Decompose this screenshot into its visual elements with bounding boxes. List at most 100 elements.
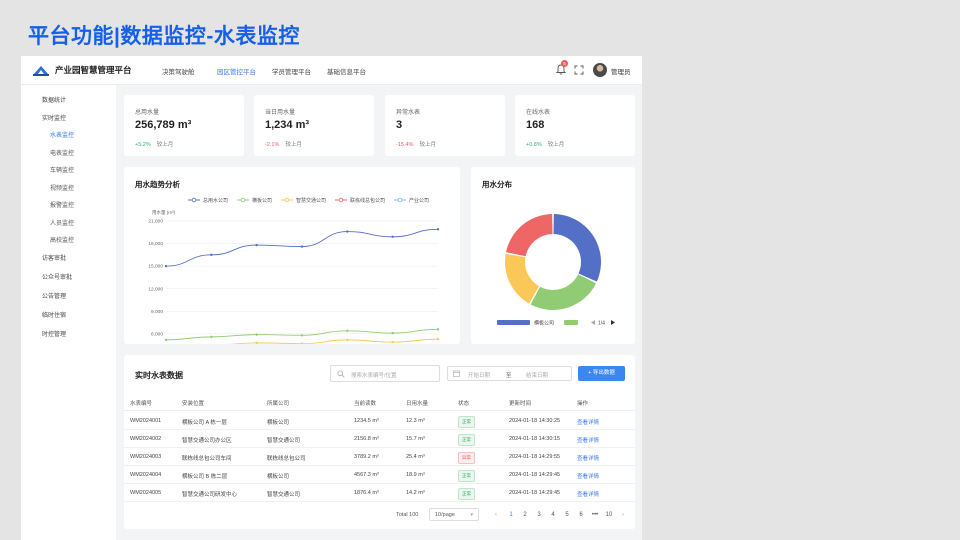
sidebar-item-water-meter[interactable]: 水表监控: [50, 130, 74, 139]
page-size-select[interactable]: 10/page ▾: [429, 508, 479, 521]
page-button[interactable]: 6: [576, 512, 586, 518]
search-icon: [337, 370, 345, 378]
legend-swatch: [564, 320, 578, 325]
sidebar-item-electric-meter[interactable]: 电表监控: [50, 148, 74, 157]
page-button[interactable]: 2: [520, 512, 530, 518]
legend-label: 横板公司: [534, 320, 554, 327]
brand-name: 产业园智慧管理平台: [55, 65, 132, 75]
page-button[interactable]: 10: [604, 512, 614, 518]
distribution-chart-card: 用水分布 横板公司 1/4: [471, 167, 635, 344]
data-point: [391, 340, 394, 344]
legend-prev-icon[interactable]: [591, 320, 595, 325]
stat-change: +5.2% 较上月: [135, 140, 173, 148]
page-ellipsis[interactable]: •••: [590, 512, 600, 518]
fullscreen-icon[interactable]: [574, 65, 584, 75]
data-point: [255, 341, 258, 344]
data-point: [391, 235, 394, 238]
column-header-time: 更新时间: [509, 401, 532, 407]
sidebar-item-alarm[interactable]: 报警监控: [50, 200, 74, 209]
sidebar-item-temp-lodging[interactable]: 临时住宿: [42, 310, 66, 319]
sidebar-item-vehicle[interactable]: 车辆监控: [50, 165, 74, 174]
sidebar-item-account-approval[interactable]: 公众号审批: [42, 272, 72, 281]
table-row: WM2024005 智慧交通公司研发中心 智慧交通公司 1876.4 m³ 14.2 m…: [124, 484, 635, 502]
sidebar-item-video[interactable]: 视频监控: [50, 183, 74, 192]
legend-next-icon[interactable]: [611, 320, 615, 325]
view-details-link[interactable]: 查看详情: [577, 472, 599, 480]
legend-page-indicator: 1/4: [598, 321, 605, 327]
view-details-link[interactable]: 查看详情: [577, 490, 599, 498]
distribution-donut-chart: 横板公司 1/4: [497, 214, 615, 327]
nav-student-management[interactable]: 学员管理平台: [272, 66, 311, 76]
app-window: 产业园智慧管理平台 决策驾驶舱 园区管控平台 学员管理平台 基础信息平台 5 管…: [21, 56, 642, 540]
avatar[interactable]: [593, 63, 607, 77]
sidebar-item-campus[interactable]: 高校监控: [50, 235, 74, 244]
cell-company: 智慧交通公司: [267, 492, 301, 498]
sidebar-item-realtime[interactable]: 实时监控: [42, 113, 66, 122]
data-point: [164, 338, 168, 342]
sidebar-item-time-control[interactable]: 时控管理: [42, 329, 66, 338]
legend-label: 智慧交通公司: [296, 197, 326, 204]
next-page-button[interactable]: ›: [618, 512, 628, 518]
cell-daily-usage: 15.7 m³: [406, 436, 425, 442]
user-name[interactable]: 管理员: [611, 66, 631, 76]
stat-change-percent: -15.4%: [396, 142, 414, 148]
cell-company: 联栋线总包公司: [267, 456, 306, 462]
stat-value: 1,234 m³: [265, 119, 310, 131]
status-badge: 正常: [458, 470, 475, 482]
y-tick-label: 12,000: [148, 286, 163, 292]
realtime-table-card: 实时水表数据 搜索水表编号/位置 开始日期 至 结束日期 + 导出数据 水表编号…: [124, 355, 635, 529]
prev-page-button[interactable]: ‹: [491, 512, 501, 518]
sidebar-item-personnel[interactable]: 人员监控: [50, 218, 74, 227]
stat-change-percent: +0.8%: [526, 142, 542, 148]
cell-location: 横板公司 B 栋二层: [182, 474, 228, 480]
view-details-link[interactable]: 查看详情: [577, 418, 599, 426]
sidebar-item-visitor-approval[interactable]: 访客审批: [42, 253, 66, 262]
page-button[interactable]: 1: [506, 512, 516, 518]
data-point: [436, 337, 440, 341]
stat-label: 总用水量: [135, 110, 160, 116]
cell-daily-usage: 18.9 m³: [406, 472, 425, 478]
nav-basic-info[interactable]: 基础信息平台: [327, 66, 366, 76]
nav-park-control[interactable]: 园区管控平台: [217, 66, 256, 76]
data-point: [210, 253, 213, 257]
data-point: [210, 335, 213, 339]
donut-slice: [530, 274, 597, 310]
chevron-down-icon: ▾: [470, 512, 473, 518]
cell-meter-id: WM2024002: [130, 436, 162, 442]
stat-compare-label: 较上月: [156, 142, 174, 148]
search-placeholder: 搜索水表编号/位置: [351, 373, 397, 379]
page-button[interactable]: 5: [562, 512, 572, 518]
y-tick-label: 21,000: [148, 219, 163, 225]
y-tick-label: 15,000: [148, 264, 163, 270]
export-data-button[interactable]: + 导出数据: [578, 366, 625, 381]
legend-marker: [397, 197, 403, 203]
stat-value: 168: [526, 119, 545, 131]
cell-company: 横板公司: [267, 474, 290, 480]
sidebar-item-announcements[interactable]: 公告管理: [42, 291, 66, 300]
legend-marker: [284, 197, 290, 203]
cell-meter-id: WM2024001: [130, 418, 162, 424]
page-button[interactable]: 3: [534, 512, 544, 518]
cell-location: 联栋线总包公司车间: [182, 456, 232, 462]
date-range-picker[interactable]: 开始日期 至 结束日期: [447, 366, 572, 381]
stat-change: -15.4% 较上月: [396, 140, 436, 148]
legend-swatch: [497, 320, 530, 325]
sidebar-item-statistics[interactable]: 数据统计: [42, 95, 66, 104]
cell-update-time: 2024-01-18 14:29:55: [509, 454, 561, 460]
data-point: [436, 228, 440, 231]
data-point: [346, 329, 349, 333]
view-details-link[interactable]: 查看详情: [577, 454, 599, 462]
search-input[interactable]: 搜索水表编号/位置: [330, 365, 440, 382]
cell-reading: 1876.4 m³: [354, 490, 379, 496]
column-header-id: 水表编号: [130, 401, 153, 407]
view-details-link[interactable]: 查看详情: [577, 436, 599, 444]
column-header-location: 安装位置: [182, 401, 205, 407]
cell-update-time: 2024-01-18 14:30:25: [509, 418, 561, 424]
data-point: [436, 328, 440, 331]
data-point: [346, 338, 349, 342]
column-header-action: 操作: [577, 401, 589, 407]
page-button[interactable]: 4: [548, 512, 558, 518]
data-point: [164, 264, 168, 268]
stat-card-daily-water: 当日用水量 1,234 m³ -2.1% 较上月: [254, 95, 374, 156]
nav-dashboard[interactable]: 决策驾驶舱: [162, 66, 195, 76]
